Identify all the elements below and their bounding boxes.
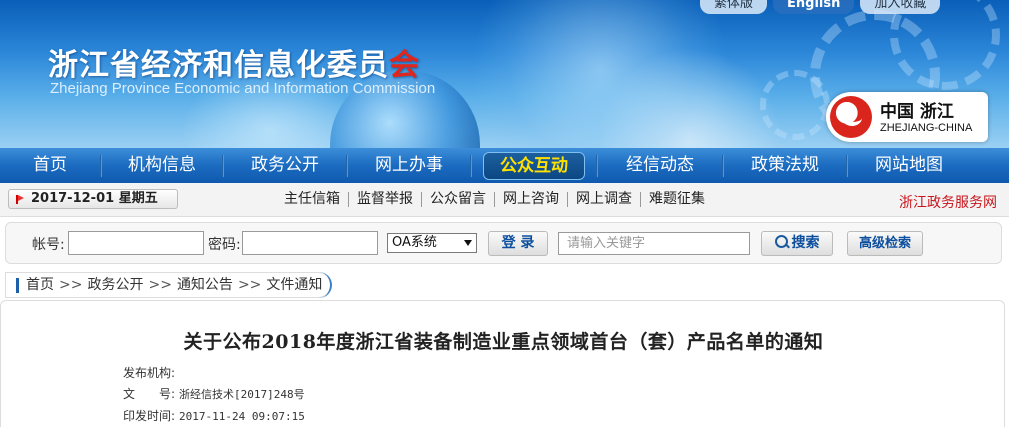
quick-link-online-survey[interactable]: 网上调查 [567,192,640,207]
main-nav: 首页 机构信息 政务公开 网上办事 公众互动 经信动态 政策法规 网站地图 [0,148,1009,183]
logo-chinese-text: 中国 浙江 [880,102,954,122]
nav-home[interactable]: 首页 [0,148,100,183]
search-button-label: 搜索 [791,235,820,251]
breadcrumb-home[interactable]: 首页 [26,277,54,293]
nav-public-interaction[interactable]: 公众互动 [472,148,596,183]
breadcrumb-separator: >> [148,277,172,293]
breadcrumb-separator: >> [59,277,83,293]
site-title-last-char: 会 [389,48,420,83]
add-favorite-link[interactable]: 加入收藏 [860,0,941,14]
current-weekday: 星期五 [118,191,158,206]
issue-date-value: 2017-11-24 09:07:15 [179,410,305,423]
search-icon [774,235,789,249]
publisher-label: 发布机构: [123,366,176,380]
breadcrumb: 首页 >> 政务公开 >> 通知公告 >> 文件通知 [5,272,332,298]
breadcrumb-announcements[interactable]: 通知公告 [177,277,233,293]
password-input[interactable] [242,231,378,255]
zhejiang-china-logo[interactable]: 中国 浙江 ZHEJIANG-CHINA [826,92,988,142]
dropdown-arrow-icon [464,240,472,246]
quick-links: 主任信箱 监督举报 公众留言 网上咨询 网上调查 难题征集 [276,192,713,207]
account-label: 帐号: [32,237,65,253]
flag-icon [16,195,24,204]
nav-organization[interactable]: 机构信息 [102,148,222,183]
docno-label: 文 号: [123,387,176,401]
nav-government-affairs[interactable]: 政务公开 [224,148,346,183]
quick-link-report[interactable]: 监督举报 [348,192,421,207]
quick-link-online-consult[interactable]: 网上咨询 [494,192,567,207]
site-subtitle: Zhejiang Province Economic and Informati… [50,80,436,97]
site-title[interactable]: 浙江省经济和信息化委员会 [48,40,420,84]
breadcrumb-file-notices[interactable]: 文件通知 [266,277,322,293]
traditional-chinese-link[interactable]: 繁体版 [700,0,768,14]
quick-link-public-message[interactable]: 公众留言 [421,192,494,207]
nav-news[interactable]: 经信动态 [598,148,722,183]
docno-value: 浙经信技术[2017]248号 [179,388,305,401]
breadcrumb-end-cap [318,272,332,298]
breadcrumb-marker [16,278,19,293]
nav-sitemap[interactable]: 网站地图 [848,148,970,183]
login-button[interactable]: 登 录 [488,231,548,256]
issue-date-row: 印发时间: 2017-11-24 09:07:15 [123,407,305,424]
zhejiang-logo-icon [830,96,872,138]
account-input[interactable] [68,231,204,255]
info-bar: 2017-12-01 星期五 主任信箱 监督举报 公众留言 网上咨询 网上调查 … [0,183,1009,217]
article-panel: 关于公布2018年度浙江省装备制造业重点领域首台（套）产品名单的通知 发布机构:… [0,300,1005,427]
docno-row: 文 号: 浙经信技术[2017]248号 [123,385,305,402]
site-title-main: 浙江省经济和信息化委员 [48,48,389,83]
password-label: 密码: [208,237,241,253]
logo-english-text: ZHEJIANG-CHINA [880,122,973,134]
english-link[interactable]: English [773,0,855,14]
quick-link-director-mailbox[interactable]: 主任信箱 [276,192,348,207]
search-button[interactable]: 搜索 [761,231,833,256]
article-title: 关于公布2018年度浙江省装备制造业重点领域首台（套）产品名单的通知 [183,331,824,353]
date-display: 2017-12-01 星期五 [8,189,178,209]
advanced-search-button[interactable]: 高级检索 [847,231,923,256]
nav-policies[interactable]: 政策法规 [724,148,846,183]
issue-date-label: 印发时间: [123,409,176,423]
breadcrumb-separator: >> [237,277,262,293]
system-select[interactable]: OA系统 [387,233,477,253]
nav-online-services[interactable]: 网上办事 [348,148,470,183]
current-date: 2017-12-01 [31,191,115,206]
system-select-value: OA系统 [392,235,437,250]
breadcrumb-government-affairs[interactable]: 政务公开 [87,277,143,293]
gear-decoration [760,70,830,140]
login-search-bar: 帐号: 密码: OA系统 登 录 请输入关键字 搜索 高级检索 [5,222,1002,264]
quick-link-problem-collection[interactable]: 难题征集 [640,192,713,207]
search-input[interactable]: 请输入关键字 [558,232,750,255]
publisher-row: 发布机构: [123,364,179,381]
header-banner: 繁体版 English 加入收藏 浙江省经济和信息化委员会 Zhejiang P… [0,0,1009,148]
top-links: 繁体版 English 加入收藏 [700,0,941,14]
zhejiang-service-link[interactable]: 浙江政务服务网 [899,192,997,212]
